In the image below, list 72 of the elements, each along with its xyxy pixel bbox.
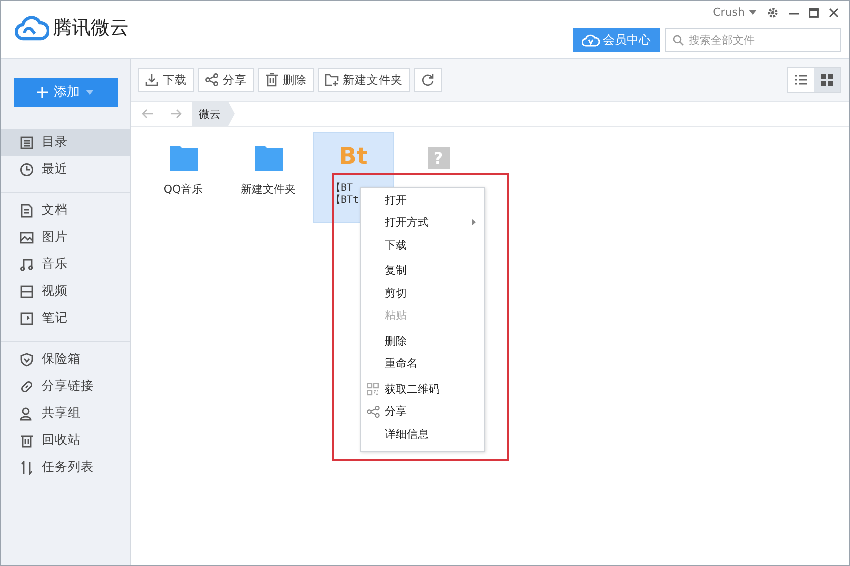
sidebar-item[interactable]: 分享链接 [1, 373, 130, 400]
refresh-icon [421, 73, 435, 87]
menu-item[interactable]: 详细信息 [361, 423, 484, 446]
caret-icon[interactable] [749, 10, 757, 15]
cloud-logo-icon [15, 14, 49, 40]
share-icon [366, 406, 380, 418]
breadcrumb-item[interactable]: 微云 [192, 102, 235, 126]
sidebar-item[interactable]: 图片 [1, 224, 130, 251]
toolbar-button[interactable]: 分享 [198, 68, 254, 92]
search-icon [673, 35, 684, 46]
list-view-button[interactable] [788, 68, 814, 92]
refresh-button[interactable] [414, 68, 442, 92]
app-name: 腾讯微云 [53, 16, 129, 40]
folder-plus-icon [325, 73, 339, 87]
share-icon [205, 73, 219, 87]
menu-item[interactable]: 剪切 [361, 282, 484, 304]
menu-item[interactable]: 复制 [361, 260, 484, 282]
plus-icon [37, 86, 48, 98]
video-icon [20, 284, 34, 298]
sidebar-item[interactable]: 共享组 [1, 400, 130, 427]
toolbar-button[interactable]: 删除 [258, 68, 314, 92]
maximize-icon[interactable] [809, 8, 819, 18]
menu-item[interactable]: 获取二维码 [361, 378, 484, 400]
sidebar-item[interactable]: 笔记 [1, 305, 130, 332]
list-icon [795, 74, 807, 86]
file-name: 新建文件夹 [241, 183, 296, 196]
qr-code-icon [367, 382, 379, 396]
close-icon[interactable] [829, 8, 839, 18]
trash-icon [265, 73, 279, 87]
grid-view-button[interactable] [814, 68, 840, 92]
grid-icon [821, 74, 833, 86]
caret-icon [86, 90, 94, 94]
sidebar-item[interactable]: 视频 [1, 278, 130, 305]
person-icon [20, 406, 34, 420]
download-icon [145, 73, 159, 87]
image-icon [20, 230, 34, 244]
music-note-icon [20, 258, 34, 272]
search-field[interactable]: 搜索全部文件 [665, 28, 841, 52]
settings-icon[interactable] [767, 6, 779, 18]
unknown-file-icon: ? [428, 147, 450, 169]
sidebar-item[interactable]: 最近 [1, 156, 130, 183]
torrent-file-icon: Bt [339, 145, 368, 169]
file-name: 【BTt [331, 195, 360, 207]
clock-icon [20, 162, 34, 176]
link-icon [20, 380, 34, 394]
cloud-icon [582, 34, 600, 46]
file-tile[interactable]: QQ音乐 [143, 132, 224, 201]
transfer-arrows-icon [20, 460, 34, 474]
menu-item[interactable]: 删除 [361, 330, 484, 352]
menu-item[interactable]: 分享 [361, 400, 484, 423]
sidebar-item[interactable]: 音乐 [1, 251, 130, 278]
menu-item[interactable]: 重命名 [361, 352, 484, 375]
submenu-arrow-icon [472, 219, 476, 226]
user-menu[interactable]: Crush [713, 6, 745, 19]
sidebar-item[interactable]: 文档 [1, 197, 130, 224]
shield-icon [20, 352, 34, 366]
file-name: QQ音乐 [164, 183, 204, 196]
toolbar-button[interactable]: 新建文件夹 [318, 68, 410, 92]
list-icon [20, 136, 34, 150]
sidebar-item[interactable]: 任务列表 [1, 454, 130, 481]
file-tile[interactable]: 新建文件夹 [228, 132, 309, 201]
menu-item[interactable]: 下载 [361, 234, 484, 256]
document-icon [20, 204, 34, 218]
folder-icon [170, 145, 198, 171]
file-name: 【BT [331, 183, 354, 194]
sidebar-item[interactable]: 保险箱 [1, 346, 130, 373]
toolbar-button[interactable]: 下载 [138, 68, 194, 92]
sidebar-item[interactable]: 目录 [1, 129, 130, 156]
sidebar-item[interactable]: 回收站 [1, 427, 130, 454]
note-icon [20, 312, 34, 326]
trash-icon [20, 434, 34, 448]
folder-icon [254, 145, 282, 171]
